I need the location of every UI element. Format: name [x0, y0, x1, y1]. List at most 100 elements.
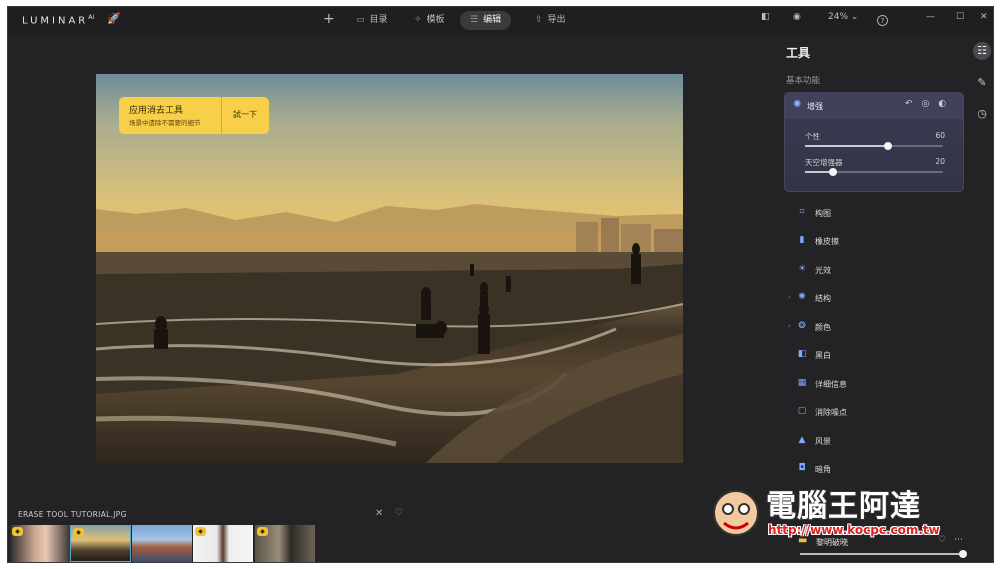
rocket-icon[interactable]: 🚀 [107, 12, 121, 26]
sliders-icon: ☰ [470, 15, 479, 25]
tool-landscape[interactable]: ▲ 风景 [782, 432, 962, 452]
crop-icon: ⌗ [799, 207, 805, 217]
landscape-icon: ▲ [798, 435, 806, 445]
filmstrip-thumbnail[interactable]: ◆ [255, 525, 315, 562]
watermark-url: http://www.kocpc.com.tw [768, 523, 940, 537]
try-it-button[interactable]: 試一下 [233, 109, 257, 120]
preset-amount-slider[interactable] [800, 550, 967, 558]
chevron-right-icon: › [788, 322, 791, 330]
slider-knob[interactable] [883, 142, 892, 150]
brush-tab-icon[interactable]: ✎ [973, 74, 991, 92]
file-name: ERASE TOOL TUTORIAL.JPG [18, 510, 127, 519]
tool-details[interactable]: ▦ 详细信息 [782, 375, 962, 395]
tool-label: 暗角 [815, 465, 831, 474]
vignette-icon: ◘ [798, 463, 806, 473]
ai-badge-icon: ◆ [257, 527, 268, 536]
compare-icon[interactable]: ◧ [761, 12, 770, 22]
structure-icon: ✺ [798, 292, 806, 302]
ai-badge-icon: ◆ [195, 527, 206, 536]
tab-export[interactable]: ⇪ 导出 [525, 11, 576, 30]
app-logo: LUMINARAI [22, 14, 94, 26]
tab-edit[interactable]: ☰ 编辑 [460, 11, 512, 30]
tool-label: 构图 [815, 209, 831, 218]
minimize-icon[interactable]: — [926, 12, 935, 22]
toggle-icon[interactable]: ◐ [938, 99, 946, 109]
denoise-icon: ▢ [797, 406, 807, 416]
tool-label: 橡皮擦 [815, 237, 839, 246]
tab-export-label: 导出 [547, 15, 566, 25]
tool-label: 黑白 [815, 351, 831, 360]
undo-icon[interactable]: ↶ [905, 99, 913, 109]
watermark: 電腦王阿達 http://www.kocpc.com.tw [708, 477, 973, 547]
slider-fill [805, 145, 888, 147]
tab-catalog-label: 目录 [369, 15, 388, 25]
tool-label: 详细信息 [815, 380, 847, 389]
tool-composition[interactable]: ⌗ 构图 [782, 204, 962, 224]
toast-divider [221, 97, 222, 134]
erase-tool-toast: 应用消去工具 场景中遗除不需要的细节 試一下 [119, 97, 269, 134]
slider-personality[interactable] [805, 142, 943, 150]
tool-light[interactable]: ☀ 光效 [782, 261, 962, 281]
tab-catalog[interactable]: ▭ 目录 [346, 11, 398, 30]
logo-text: LUMINAR [22, 15, 89, 27]
slider-value-personality: 60 [935, 131, 945, 140]
tool-label: 光效 [815, 266, 831, 275]
tool-black-white[interactable]: ◧ 黑白 [782, 346, 962, 366]
zoom-value: 24% [828, 12, 849, 22]
close-window-icon[interactable]: ✕ [980, 12, 988, 22]
eraser-icon: ▮ [799, 235, 805, 245]
filmstrip-thumbnail[interactable]: ◆ [193, 525, 253, 562]
tool-label: 消除噪点 [815, 408, 847, 417]
chevron-right-icon: › [788, 293, 791, 301]
chevron-down-icon: ⌄ [850, 12, 859, 22]
enhance-icon: ✺ [793, 99, 802, 110]
color-icon: ❂ [798, 321, 806, 331]
card-actions: ↶ ◎ ◐ [905, 99, 955, 109]
slider-label-personality: 个性 [805, 132, 820, 141]
heart-icon[interactable]: ♡ [395, 508, 403, 518]
toast-subtitle: 场景中遗除不需要的细节 [129, 119, 201, 127]
tool-label: 风景 [815, 437, 831, 446]
zoom-dropdown[interactable]: 24% ⌄ [828, 12, 858, 22]
tool-structure[interactable]: › ✺ 结构 [782, 289, 962, 309]
top-bar: LUMINARAI 🚀 + ▭ 目录 ✧ 模板 ☰ 编辑 ⇪ 导出 ◧ ◉ 24% ⌄ … [8, 7, 993, 34]
luminar-app-window: LUMINARAI 🚀 + ▭ 目录 ✧ 模板 ☰ 编辑 ⇪ 导出 ◧ ◉ 24% ⌄ … [7, 6, 994, 563]
tab-templates[interactable]: ✧ 模板 [404, 11, 455, 30]
tab-templates-label: 模板 [426, 15, 445, 25]
bw-icon: ◧ [797, 349, 807, 359]
filmstrip-thumbnail[interactable]: ◆ [10, 525, 70, 562]
slider-knob[interactable] [828, 168, 837, 176]
enhance-label: 增强 [807, 102, 823, 111]
toast-title: 应用消去工具 [129, 106, 184, 116]
history-tab-icon[interactable]: ◷ [973, 105, 991, 123]
add-photos-button[interactable]: + [323, 11, 335, 27]
folder-icon: ▭ [356, 15, 365, 25]
preset-knob[interactable] [958, 550, 967, 558]
slider-value-sky-enhancer: 20 [935, 157, 945, 166]
help-icon[interactable]: ? [877, 15, 888, 26]
close-icon[interactable]: ✕ [375, 508, 383, 519]
logo-sup: AI [88, 14, 95, 21]
ai-badge-icon: ◆ [12, 527, 23, 536]
watermark-text: 電腦王阿達 [766, 489, 921, 524]
tool-label: 结构 [815, 294, 831, 303]
slider-sky-enhancer[interactable] [805, 168, 943, 176]
filmstrip-thumbnail[interactable] [132, 525, 192, 562]
export-icon: ⇪ [535, 15, 543, 25]
enhance-card-header[interactable]: ✺ 增强 ↶ ◎ ◐ [785, 93, 963, 119]
section-essentials: 基本功能 [786, 76, 821, 86]
enhance-card: ✺ 增强 ↶ ◎ ◐ 个性 60 天空增强器 20 [784, 92, 964, 192]
reset-icon[interactable]: ◎ [922, 99, 930, 109]
slider-label-sky-enhancer: 天空增强器 [805, 158, 843, 167]
details-icon: ▦ [797, 378, 807, 388]
tool-color[interactable]: › ❂ 颜色 [782, 318, 962, 338]
tab-edit-label: 编辑 [483, 15, 502, 25]
tool-eraser[interactable]: ▮ 橡皮擦 [782, 232, 962, 252]
maximize-icon[interactable]: ☐ [956, 12, 964, 22]
sun-icon: ☀ [797, 264, 807, 274]
eye-icon[interactable]: ◉ [793, 12, 801, 22]
watermark-mascot-icon [713, 490, 759, 536]
tool-denoise[interactable]: ▢ 消除噪点 [782, 403, 962, 423]
tools-tab-icon[interactable]: ☷ [973, 42, 991, 60]
filmstrip-thumbnail-selected[interactable]: ◆ [70, 525, 131, 562]
